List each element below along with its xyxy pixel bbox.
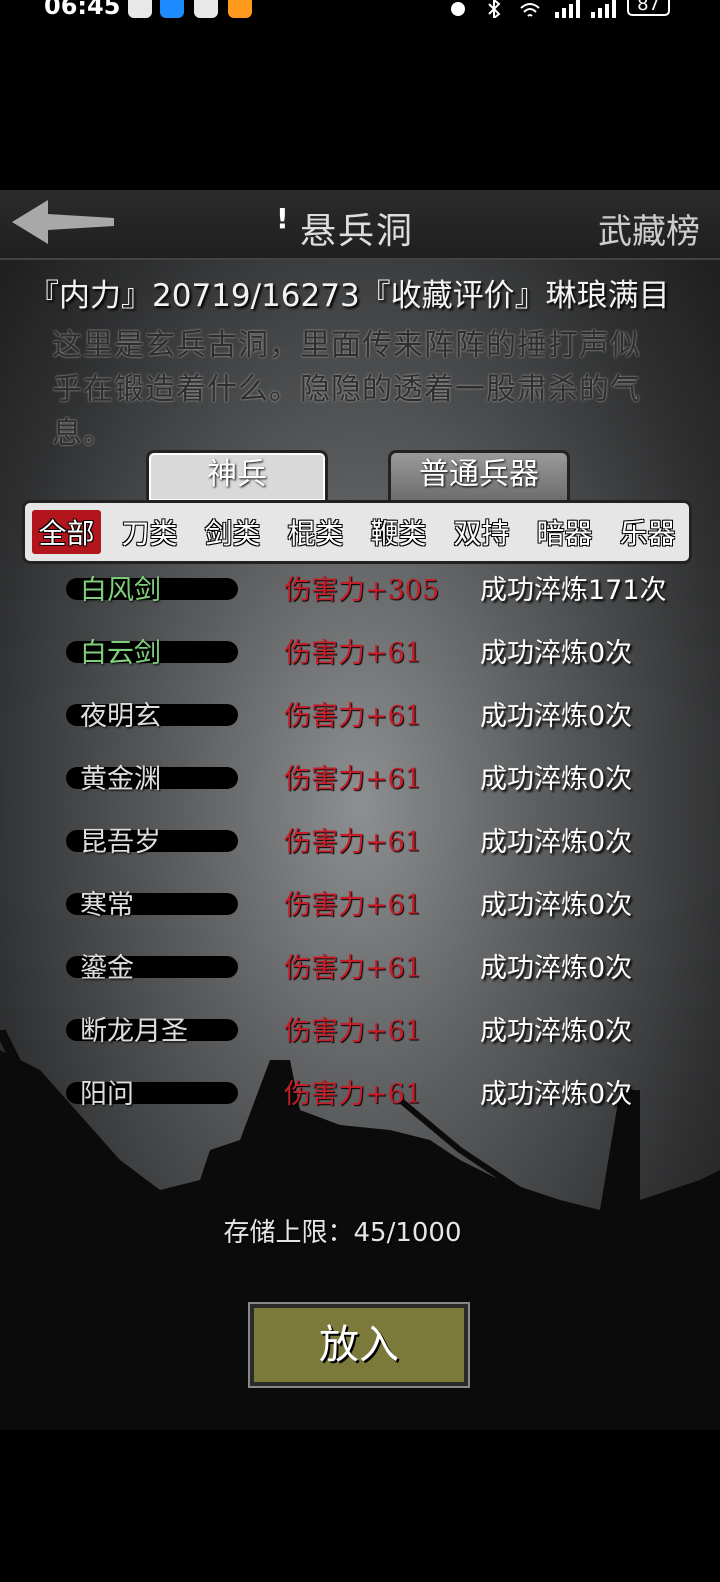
back-arrow-icon: [12, 200, 114, 244]
put-in-button[interactable]: 放入: [248, 1302, 470, 1388]
weapon-refine-count: 成功淬炼0次: [480, 701, 633, 732]
weapon-row[interactable]: 寒常 伤害力+61 成功淬炼0次: [0, 877, 720, 939]
weapon-damage: 伤害力+61: [284, 1079, 422, 1110]
status-bar: 06:45 87: [0, 0, 720, 24]
category-hidden[interactable]: 暗器: [530, 510, 598, 554]
category-instrument[interactable]: 乐器: [613, 510, 681, 554]
weapon-refine-count: 成功淬炼0次: [480, 890, 633, 921]
weapon-row[interactable]: 白风剑 伤害力+305 成功淬炼171次: [0, 562, 720, 624]
title-alert-mark: !: [276, 202, 289, 235]
bluetooth-icon: [483, 0, 505, 21]
weapon-refine-count: 成功淬炼0次: [480, 1079, 633, 1110]
weapon-refine-count: 成功淬炼0次: [480, 1016, 633, 1047]
notification-app-icon: [228, 0, 252, 18]
weapon-damage: 伤害力+61: [284, 701, 422, 732]
weapon-row[interactable]: 黄金渊 伤害力+61 成功淬炼0次: [0, 751, 720, 813]
tab-divine-weapons[interactable]: 神兵: [146, 450, 328, 504]
weapon-name: 夜明玄: [80, 701, 161, 732]
tab-normal-weapons[interactable]: 普通兵器: [388, 450, 570, 504]
weapon-refine-count: 成功淬炼171次: [480, 575, 667, 606]
weapon-refine-count: 成功淬炼0次: [480, 638, 633, 669]
header-bar: ! 悬兵洞 武藏榜: [0, 190, 720, 260]
weapon-damage: 伤害力+61: [284, 638, 422, 669]
category-all[interactable]: 全部: [32, 510, 101, 554]
weapon-row[interactable]: 昆吾岁 伤害力+61 成功淬炼0次: [0, 814, 720, 876]
weapon-row[interactable]: 断龙月圣 伤害力+61 成功淬炼0次: [0, 1003, 720, 1065]
weapon-damage: 伤害力+61: [284, 827, 422, 858]
location-description: 这里是玄兵古洞，里面传来阵阵的捶打声似乎在锻造着什么。隐隐的透着一股肃杀的气息。: [52, 328, 641, 451]
weapon-row[interactable]: 阳问 伤害力+61 成功淬炼0次: [0, 1066, 720, 1128]
weapon-refine-count: 成功淬炼0次: [480, 764, 633, 795]
status-time: 06:45: [44, 0, 121, 20]
alarm-icon: [447, 0, 469, 16]
notification-app-icon: [194, 0, 218, 18]
back-button[interactable]: [8, 198, 118, 248]
weapon-row[interactable]: 夜明玄 伤害力+61 成功淬炼0次: [0, 688, 720, 750]
signal-icon: [591, 0, 617, 18]
category-filter-bar: 全部 刀类 剑类 棍类 鞭类 双持 暗器 乐器: [22, 500, 692, 564]
category-staff[interactable]: 棍类: [281, 510, 349, 554]
category-dual[interactable]: 双持: [447, 510, 515, 554]
battery-indicator: 87: [627, 0, 670, 16]
weapon-name: 黄金渊: [80, 764, 161, 795]
weapon-name: 鎏金: [80, 953, 134, 984]
category-whip[interactable]: 鞭类: [364, 510, 432, 554]
weapon-name: 白云剑: [80, 638, 161, 669]
wifi-icon: [519, 0, 541, 17]
weapon-name: 断龙月圣: [80, 1016, 188, 1047]
weapon-name: 昆吾岁: [80, 827, 161, 858]
weapon-damage: 伤害力+305: [284, 575, 440, 606]
status-icons: 87: [447, 0, 670, 21]
category-sword[interactable]: 剑类: [198, 510, 266, 554]
weapon-name: 寒常: [80, 890, 134, 921]
weapon-damage: 伤害力+61: [284, 764, 422, 795]
storage-limit: 存储上限：45/1000: [223, 1218, 462, 1248]
weapon-row[interactable]: 鎏金 伤害力+61 成功淬炼0次: [0, 940, 720, 1002]
stats-line: 『内力』20719/16273『收藏评价』琳琅满目: [28, 278, 670, 314]
ranking-button[interactable]: 武藏榜: [598, 204, 700, 253]
weapon-name: 白风剑: [80, 575, 161, 606]
weapon-refine-count: 成功淬炼0次: [480, 953, 633, 984]
weapon-damage: 伤害力+61: [284, 953, 422, 984]
notification-app-icon: [160, 0, 184, 18]
weapon-row[interactable]: 白云剑 伤害力+61 成功淬炼0次: [0, 625, 720, 687]
notification-app-icon: [128, 0, 152, 18]
weapon-refine-count: 成功淬炼0次: [480, 827, 633, 858]
weapon-name: 阳问: [80, 1079, 134, 1110]
category-blade[interactable]: 刀类: [115, 510, 183, 554]
weapon-damage: 伤害力+61: [284, 1016, 422, 1047]
page-title: 悬兵洞: [300, 211, 415, 252]
weapon-damage: 伤害力+61: [284, 890, 422, 921]
signal-icon: [555, 0, 581, 18]
